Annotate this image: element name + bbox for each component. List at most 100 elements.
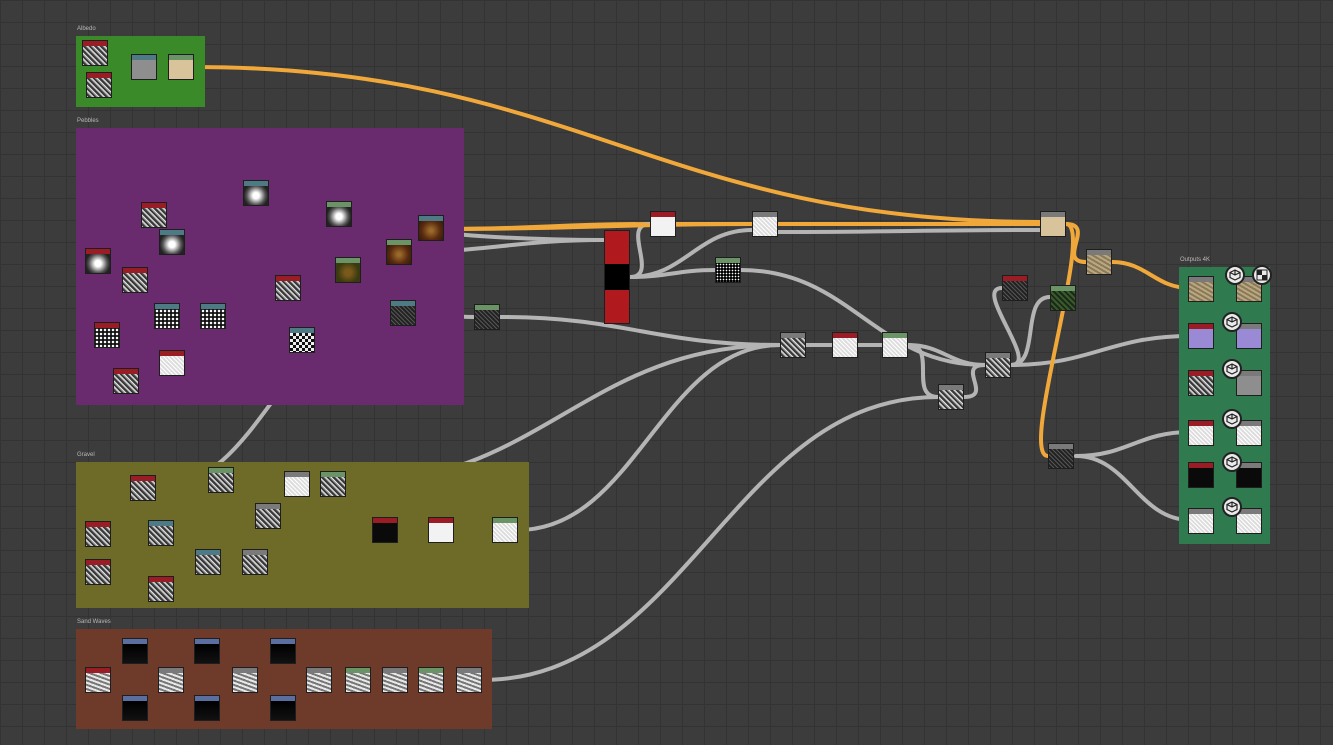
checker-icon[interactable] (1252, 265, 1272, 285)
graph-node[interactable] (335, 257, 361, 283)
graph-node[interactable] (194, 638, 220, 664)
graph-canvas[interactable]: Albedo Pebbles Gravel Sand Waves Outputs 4K (0, 0, 1333, 745)
graph-node[interactable] (94, 322, 120, 348)
cube-icon[interactable] (1225, 265, 1245, 285)
node-thumbnail (321, 477, 345, 496)
graph-node[interactable] (270, 695, 296, 721)
node-thumbnail (123, 701, 147, 720)
graph-node[interactable] (148, 520, 174, 546)
graph-node[interactable] (85, 521, 111, 547)
node-thumbnail (169, 60, 193, 79)
graph-node[interactable] (938, 384, 964, 410)
graph-node[interactable] (1040, 211, 1066, 237)
node-thumbnail (123, 273, 147, 292)
graph-node[interactable] (284, 471, 310, 497)
graph-node[interactable] (122, 638, 148, 664)
graph-node[interactable] (1188, 323, 1214, 349)
frame-title: Sand Waves (77, 619, 111, 625)
frame-title: Outputs 4K (1180, 257, 1211, 263)
graph-node[interactable] (428, 517, 454, 543)
graph-node[interactable] (390, 300, 416, 326)
graph-node[interactable] (372, 517, 398, 543)
graph-node[interactable] (492, 517, 518, 543)
graph-node[interactable] (715, 257, 741, 283)
graph-node[interactable] (159, 229, 185, 255)
graph-node[interactable] (113, 368, 139, 394)
graph-node[interactable] (275, 275, 301, 301)
graph-node[interactable] (168, 54, 194, 80)
graph-node[interactable] (1188, 508, 1214, 534)
graph-node[interactable] (832, 332, 858, 358)
graph-node[interactable] (194, 695, 220, 721)
graph-node[interactable] (1188, 370, 1214, 396)
graph-node[interactable] (650, 211, 676, 237)
graph-node[interactable] (1086, 249, 1112, 275)
node-thumbnail (493, 523, 517, 542)
graph-node[interactable] (386, 239, 412, 265)
graph-node[interactable] (158, 667, 184, 693)
node-thumbnail (209, 473, 233, 492)
graph-node[interactable] (382, 667, 408, 693)
graph-node[interactable] (255, 503, 281, 529)
graph-node[interactable] (122, 695, 148, 721)
graph-node[interactable] (131, 54, 157, 80)
node-thumbnail (142, 208, 166, 227)
graph-node[interactable] (243, 180, 269, 206)
node-thumbnail (781, 338, 805, 357)
graph-node[interactable] (82, 40, 108, 66)
graph-node[interactable] (1188, 276, 1214, 302)
cube-icon[interactable] (1222, 312, 1242, 332)
graph-node[interactable] (85, 248, 111, 274)
graph-node[interactable] (86, 72, 112, 98)
node-thumbnail (419, 221, 443, 240)
cube-icon[interactable] (1222, 452, 1242, 472)
graph-node[interactable] (195, 549, 221, 575)
graph-node[interactable] (232, 667, 258, 693)
graph-node[interactable] (85, 667, 111, 693)
node-thumbnail (1189, 282, 1213, 301)
node-thumbnail (1237, 514, 1261, 533)
graph-node[interactable] (456, 667, 482, 693)
graph-node[interactable] (85, 559, 111, 585)
graph-node[interactable] (474, 304, 500, 330)
graph-node[interactable] (208, 467, 234, 493)
node-thumbnail (87, 78, 111, 97)
cube-icon[interactable] (1222, 497, 1242, 517)
graph-node[interactable] (270, 638, 296, 664)
graph-node[interactable] (326, 201, 352, 227)
node-thumbnail (336, 263, 360, 282)
node-thumbnail (271, 701, 295, 720)
graph-node[interactable] (306, 667, 332, 693)
graph-node[interactable] (141, 202, 167, 228)
graph-node[interactable] (1002, 275, 1028, 301)
graph-node[interactable] (780, 332, 806, 358)
graph-node[interactable] (159, 350, 185, 376)
graph-node[interactable] (289, 327, 315, 353)
node-thumbnail (346, 673, 370, 692)
graph-node[interactable] (985, 352, 1011, 378)
graph-node[interactable] (154, 303, 180, 329)
graph-node[interactable] (1188, 420, 1214, 446)
cube-icon[interactable] (1222, 409, 1242, 429)
graph-node[interactable] (1050, 285, 1076, 311)
node-thumbnail (160, 356, 184, 375)
graph-node[interactable] (320, 471, 346, 497)
node-thumbnail (387, 245, 411, 264)
graph-node[interactable] (122, 267, 148, 293)
graph-node[interactable] (1188, 462, 1214, 488)
graph-node[interactable] (345, 667, 371, 693)
graph-node[interactable] (752, 211, 778, 237)
graph-node[interactable] (418, 667, 444, 693)
graph-node[interactable] (130, 475, 156, 501)
graph-node[interactable] (882, 332, 908, 358)
graph-node[interactable] (148, 576, 174, 602)
graph-node[interactable] (1048, 443, 1074, 469)
node-thumbnail (201, 309, 225, 328)
node-thumbnail (271, 644, 295, 663)
graph-node[interactable] (242, 549, 268, 575)
graph-node[interactable] (418, 215, 444, 241)
multi-output-node[interactable] (604, 230, 630, 324)
graph-node[interactable] (200, 303, 226, 329)
node-thumbnail (256, 509, 280, 528)
cube-icon[interactable] (1222, 359, 1242, 379)
